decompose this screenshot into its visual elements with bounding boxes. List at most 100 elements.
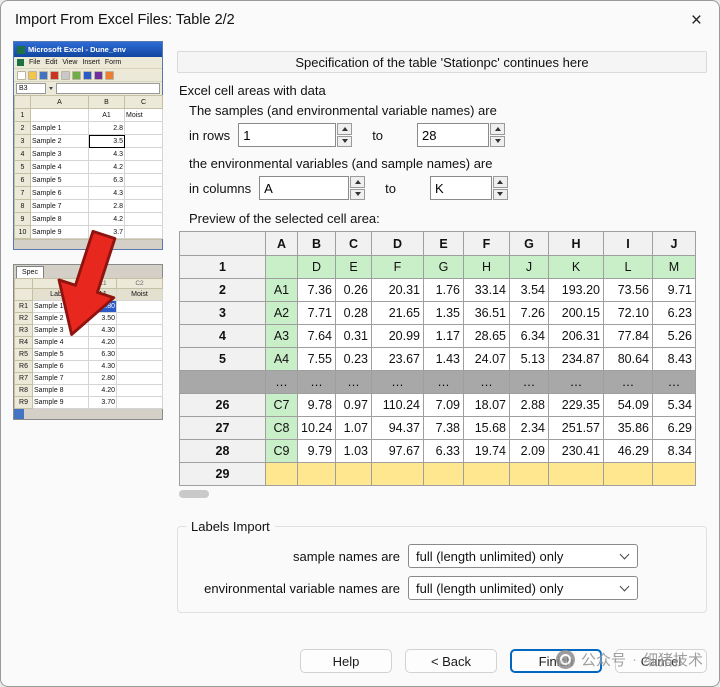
- preview-col-header: F: [463, 231, 510, 256]
- excel-row: 8 Sample 7 2.8: [14, 199, 163, 213]
- preview-cell: 7.38: [423, 416, 464, 440]
- excel-toolbar-icon: [83, 70, 92, 80]
- excel-cell: 2.8: [88, 199, 125, 213]
- excel-toolbar-icon: [39, 70, 48, 80]
- preview-hscrollbar[interactable]: [179, 490, 695, 499]
- preview-cell: 77.84: [603, 324, 653, 348]
- cols-to-input[interactable]: [429, 176, 492, 200]
- spec-grid-corner: [14, 278, 33, 289]
- preview-col-header: D: [371, 231, 424, 256]
- excel-cell: Sample 3: [30, 147, 89, 161]
- spin-down-icon: [341, 139, 348, 144]
- preview-col-header: B: [297, 231, 336, 256]
- excel-row-header: 3: [14, 134, 31, 148]
- excel-row-header: 7: [14, 186, 31, 200]
- excel-row-header: 9: [14, 212, 31, 226]
- import-from-excel-dialog: Import From Excel Files: Table 2/2 × Mic…: [0, 0, 720, 687]
- spec-cell: 6.30: [88, 348, 117, 361]
- preview-row: 1 DEFGHJKLM: [179, 255, 696, 279]
- spec-cell: 4.20: [88, 384, 117, 397]
- preview-cell: 5.26: [652, 324, 696, 348]
- finish-button[interactable]: Finish: [510, 649, 602, 673]
- preview-col-header: C: [335, 231, 372, 256]
- cancel-button[interactable]: Cancel: [615, 649, 707, 673]
- excel-cell: [124, 121, 163, 135]
- excel-row: 6 Sample 5 6.3: [14, 173, 163, 187]
- red-arrow-annotation: [57, 229, 117, 336]
- columns-label: in columns: [189, 180, 252, 196]
- close-icon[interactable]: ×: [691, 11, 702, 30]
- excel-menu-item: Edit: [45, 59, 58, 66]
- spec-cell: [116, 372, 163, 385]
- preview-cell: C7: [265, 393, 298, 417]
- preview-cell: A3: [265, 324, 298, 348]
- cols-from-spinner[interactable]: [350, 176, 366, 200]
- excel-cell: 4.2: [88, 160, 125, 174]
- excel-cell: [124, 134, 163, 148]
- columns-range-controls: in columns to: [189, 175, 707, 201]
- preview-cell: [423, 462, 464, 486]
- preview-table: A B C D E F G H I J 1 D E F G H J K L M 2 A1 7.36 0.26 20.31 1.76…: [179, 231, 696, 486]
- excel-grid-corner: [14, 95, 31, 109]
- spin-up-icon: [497, 179, 504, 184]
- cell: [14, 288, 33, 301]
- preview-cell: [297, 462, 336, 486]
- env-names-dropdown[interactable]: full (length unlimited) only: [408, 576, 638, 600]
- rows-to-spinner[interactable]: [490, 123, 506, 147]
- excel-cell: Moist: [124, 108, 163, 122]
- spec-row: R6 Sample 6 4.30: [14, 360, 163, 373]
- preview-cell: [371, 462, 424, 486]
- preview-cell: …: [265, 370, 298, 394]
- excel-menu-item: View: [62, 59, 78, 66]
- chevron-down-icon: [619, 549, 630, 559]
- preview-cell: [548, 462, 604, 486]
- spin-up-icon: [354, 179, 361, 184]
- cols-to-spinner[interactable]: [492, 176, 508, 200]
- sample-names-dropdown[interactable]: full (length unlimited) only: [408, 544, 638, 568]
- excel-col-header: A: [30, 95, 89, 109]
- preview-cell: H: [463, 255, 510, 279]
- preview-cell: 9.71: [652, 278, 696, 302]
- preview-cell: …: [652, 370, 696, 394]
- preview-cell: 36.51: [463, 301, 510, 325]
- excel-cell: [124, 199, 163, 213]
- excel-toolbar-icon: [61, 70, 70, 80]
- back-button[interactable]: < Back: [405, 649, 497, 673]
- preview-cell: …: [509, 370, 549, 394]
- preview-cell: [463, 462, 510, 486]
- preview-row-label: 5: [179, 347, 266, 371]
- help-button[interactable]: Help: [300, 649, 392, 673]
- spec-row-header: R2: [14, 312, 33, 325]
- sample-names-label: sample names are: [293, 548, 400, 564]
- excel-row: 4 Sample 3 4.3: [14, 147, 163, 161]
- spec-cell: 3.70: [88, 396, 117, 409]
- rows-from-spinner[interactable]: [337, 123, 353, 147]
- cols-from-input[interactable]: [259, 176, 350, 200]
- preview-cell: 3.54: [509, 278, 549, 302]
- samples-line: The samples (and environmental variable …: [189, 103, 497, 118]
- spec-row-header: R9: [14, 396, 33, 409]
- preview-cell: 7.64: [297, 324, 336, 348]
- excel-toolbar: [14, 69, 162, 82]
- excel-row: 5 Sample 4 4.2: [14, 160, 163, 174]
- rows-to-input[interactable]: [417, 123, 490, 147]
- preview-col-header: A: [265, 231, 298, 256]
- excel-col-header: C: [124, 95, 163, 109]
- preview-label: Preview of the selected cell area:: [189, 211, 380, 226]
- excel-cell: 4.2: [88, 212, 125, 226]
- excel-row: 7 Sample 6 4.3: [14, 186, 163, 200]
- spec-row-header: R6: [14, 360, 33, 373]
- spec-row: R7 Sample 7 2.80: [14, 372, 163, 385]
- spec-scroll-button: [14, 409, 24, 419]
- preview-cell: C8: [265, 416, 298, 440]
- excel-toolbar-icon: [94, 70, 103, 80]
- dialog-title: Import From Excel Files: Table 2/2: [15, 12, 235, 28]
- spec-cell: Sample 9: [32, 396, 89, 409]
- rows-from-input[interactable]: [238, 123, 337, 147]
- preview-row-label: 1: [179, 255, 266, 279]
- preview-cell: 229.35: [548, 393, 604, 417]
- preview-cell: 1.03: [335, 439, 372, 463]
- preview-hscrollbar-thumb[interactable]: [179, 490, 209, 498]
- spec-cell: Sample 7: [32, 372, 89, 385]
- sample-names-row: sample names are full (length unlimited)…: [188, 544, 696, 568]
